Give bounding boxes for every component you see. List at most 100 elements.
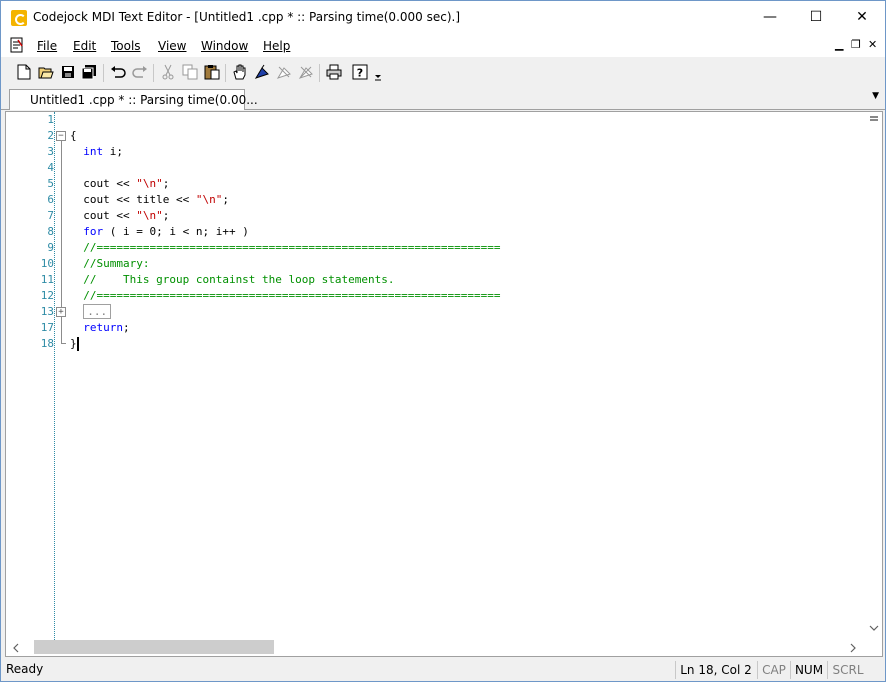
code-token: "\n": [136, 209, 163, 222]
document-icon[interactable]: [9, 37, 25, 53]
save-all-icon[interactable]: [80, 63, 98, 81]
code-line[interactable]: ...: [70, 304, 112, 320]
new-icon[interactable]: [15, 63, 33, 81]
fold-end: [61, 343, 66, 344]
app-icon: [11, 10, 27, 26]
find-icon[interactable]: [275, 63, 293, 81]
overflow-icon[interactable]: [373, 69, 383, 83]
code-line[interactable]: cout << title << "\n";: [70, 192, 229, 208]
line-number: 13: [40, 305, 54, 318]
tab-untitled1[interactable]: Untitled1 .cpp * :: Parsing time(0.00...: [9, 89, 258, 110]
help-icon[interactable]: ?: [351, 63, 369, 81]
code-line[interactable]: cout << "\n";: [70, 208, 169, 224]
menu-file[interactable]: File: [37, 39, 57, 53]
open-icon[interactable]: [37, 63, 55, 81]
hand-icon[interactable]: [231, 63, 249, 81]
vertical-scrollbar[interactable]: [865, 112, 882, 640]
line-number: 17: [40, 321, 54, 334]
print-icon[interactable]: [325, 63, 343, 81]
chevron-down-icon[interactable]: ▼: [872, 91, 879, 101]
menu-window-label: Window: [201, 39, 249, 53]
menu-tools[interactable]: Tools: [111, 39, 141, 53]
code-token: ( i = 0; i < n; i++ ): [103, 225, 249, 238]
code-editor[interactable]: 1 2 3 4 5 6 7 8 9 10 11 12 13 17 18 − + …: [5, 111, 883, 657]
minimize-button[interactable]: —: [747, 1, 793, 33]
code-token: {: [70, 129, 77, 142]
code-line[interactable]: {: [70, 128, 77, 144]
title-bar[interactable]: Codejock MDI Text Editor - [Untitled1 .c…: [1, 1, 885, 35]
cut-icon[interactable]: [159, 63, 177, 81]
scroll-up-icon[interactable]: [869, 114, 879, 122]
code-token: }: [70, 337, 77, 350]
line-number: 12: [40, 289, 54, 302]
code-line[interactable]: return;: [70, 320, 130, 336]
code-line[interactable]: }: [70, 336, 77, 352]
line-number: 7: [47, 209, 54, 222]
code-token: int: [83, 145, 104, 158]
code-line[interactable]: //======================================…: [70, 240, 500, 256]
line-number-gutter: 1 2 3 4 5 6 7 8 9 10 11 12 13 17 18: [6, 112, 54, 640]
redo-icon[interactable]: [131, 63, 149, 81]
menu-window[interactable]: Window: [201, 39, 248, 53]
status-bar: Ready Ln 18, Col 2 CAP NUM SCRL: [1, 659, 885, 681]
scroll-down-icon[interactable]: [869, 624, 879, 632]
code-token: for: [83, 225, 104, 238]
status-cap: CAP: [757, 661, 790, 679]
status-ready: Ready: [6, 662, 44, 676]
code-line[interactable]: //Summary:: [70, 256, 149, 272]
scroll-right-icon[interactable]: [849, 643, 857, 653]
maximize-button[interactable]: ☐: [793, 1, 839, 33]
code-token: cout <<: [70, 209, 137, 222]
menu-bar: File Edit Tools View Window Help ▁ ❐ ✕: [1, 35, 885, 57]
save-icon[interactable]: [59, 63, 77, 81]
line-number: 2: [47, 129, 54, 142]
horizontal-scroll-thumb[interactable]: [34, 640, 274, 654]
window-title: Codejock MDI Text Editor - [Untitled1 .c…: [33, 10, 461, 24]
menu-edit-label: Edit: [73, 39, 97, 53]
code-line[interactable]: int i;: [70, 144, 123, 160]
code-token: //======================================…: [70, 289, 501, 302]
code-token: i;: [103, 145, 123, 158]
menu-view[interactable]: View: [158, 39, 186, 53]
copy-icon[interactable]: [181, 63, 199, 81]
code-token: ;: [222, 193, 229, 206]
line-number: 5: [47, 177, 54, 190]
collapsed-block[interactable]: ...: [83, 304, 112, 319]
mdi-close-button[interactable]: ✕: [868, 38, 877, 51]
code-token: // This group containst the loop stateme…: [70, 273, 395, 286]
tab-label: Untitled1 .cpp * :: Parsing time(0.00...: [30, 93, 258, 107]
undo-icon[interactable]: [109, 63, 127, 81]
status-scrl: SCRL: [827, 661, 868, 679]
code-token: ;: [162, 209, 170, 222]
main-window: Codejock MDI Text Editor - [Untitled1 .c…: [0, 0, 886, 682]
menu-file-label: File: [37, 39, 58, 53]
replace-icon[interactable]: [297, 63, 315, 81]
line-number: 6: [47, 193, 54, 206]
code-line[interactable]: // This group containst the loop stateme…: [70, 272, 395, 288]
line-number: 18: [40, 337, 54, 350]
menu-view-label: View: [158, 39, 187, 53]
mdi-minimize-button[interactable]: ▁: [835, 38, 843, 51]
code-line[interactable]: cout << "\n";: [70, 176, 169, 192]
toolbar-separator: [103, 64, 104, 82]
scroll-left-icon[interactable]: [12, 643, 20, 653]
line-number: 3: [47, 145, 54, 158]
line-number: 10: [40, 257, 54, 270]
menu-edit[interactable]: Edit: [73, 39, 96, 53]
code-token: "\n": [136, 177, 163, 190]
close-button[interactable]: ✕: [839, 1, 885, 33]
collapse-icon[interactable]: −: [56, 131, 66, 141]
bookmark-icon[interactable]: [253, 63, 271, 81]
mdi-restore-button[interactable]: ❐: [851, 38, 861, 51]
code-token: ;: [123, 321, 130, 334]
code-token: //Summary:: [70, 257, 150, 270]
code-line[interactable]: for ( i = 0; i < n; i++ ): [70, 224, 249, 240]
menu-help[interactable]: Help: [263, 39, 290, 53]
paste-icon[interactable]: [203, 63, 221, 81]
expand-icon[interactable]: +: [56, 307, 66, 317]
code-line[interactable]: //======================================…: [70, 288, 500, 304]
